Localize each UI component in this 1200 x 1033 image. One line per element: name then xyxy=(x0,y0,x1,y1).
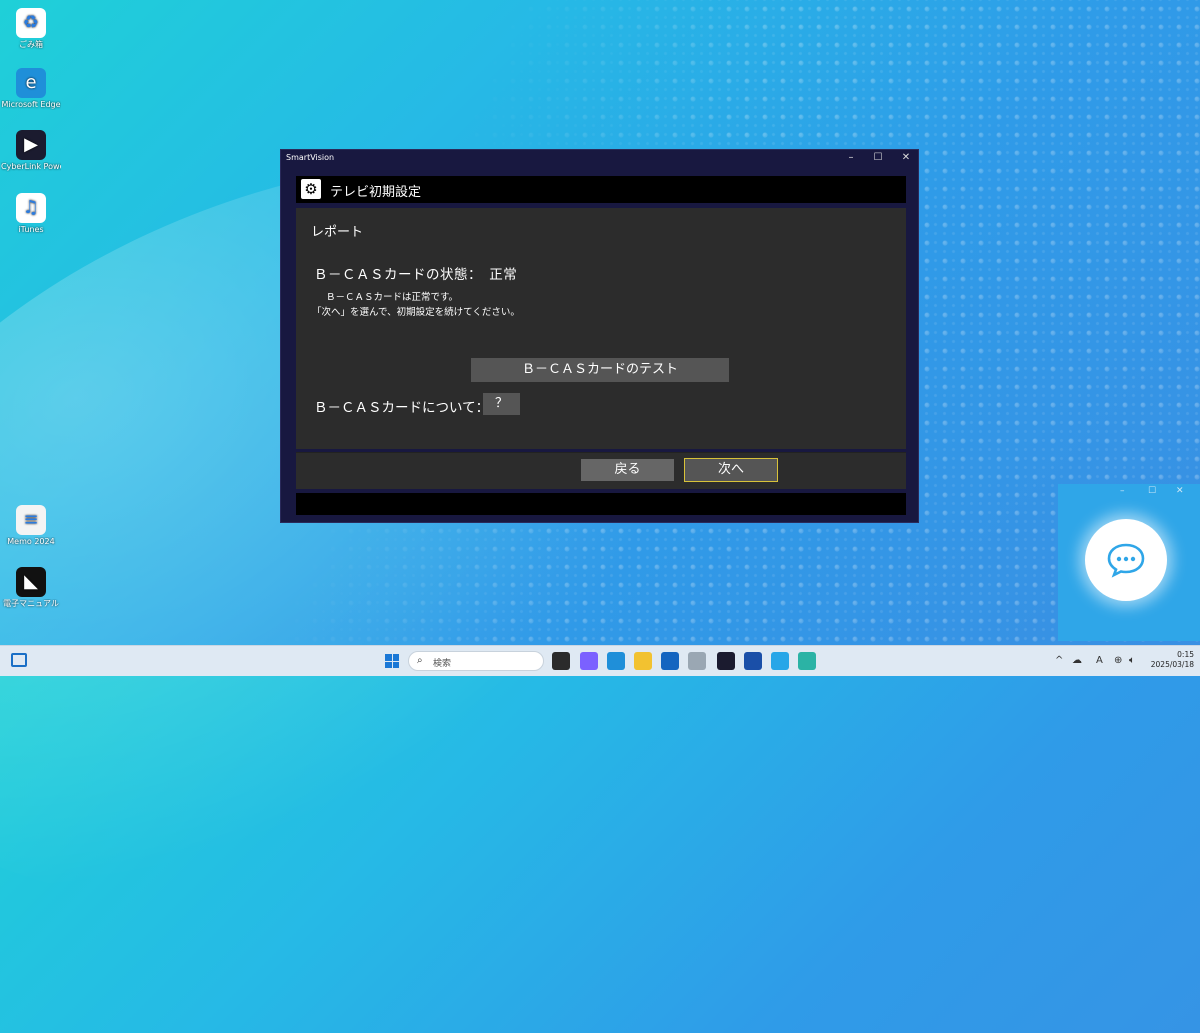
recycle-bin-icon: ♻ xyxy=(16,8,46,38)
manual-icon: ◣ xyxy=(16,567,46,597)
report-panel: レポート Ｂ－ＣＡＳカードの状態： 正常 Ｂ－ＣＡＳカードは正常です。 「次へ」… xyxy=(296,208,906,449)
desktop-icon[interactable]: ♻ ごみ箱 xyxy=(1,8,61,50)
clock[interactable]: 0:15 2025/03/18 xyxy=(1150,650,1194,670)
chat-minimize-button[interactable]: – xyxy=(1120,486,1125,496)
chat-close-button[interactable]: ✕ xyxy=(1176,486,1184,496)
clock-time: 0:15 xyxy=(1177,650,1194,659)
chat-widget: – ☐ ✕ xyxy=(1058,484,1200,641)
maximize-button[interactable]: ☐ xyxy=(868,151,888,165)
chat-bubble-icon[interactable] xyxy=(1085,519,1167,601)
edge-icon[interactable] xyxy=(607,652,625,670)
desktop-icon-label: iTunes xyxy=(18,225,44,234)
desktop-icon[interactable]: ≡ Memo 2024 xyxy=(1,505,61,547)
start-button[interactable] xyxy=(385,654,399,668)
desktop-icon-label: Microsoft Edge xyxy=(1,100,61,109)
edge-icon: e xyxy=(16,68,46,98)
window-titlebar[interactable]: SmartVision – ☐ ✕ xyxy=(281,150,918,166)
folder-icon[interactable] xyxy=(634,652,652,670)
itunes-icon: ♫ xyxy=(16,193,46,223)
window-title: SmartVision xyxy=(286,153,335,162)
desktop-icon[interactable]: e Microsoft Edge xyxy=(1,68,61,110)
desktop-icon-label: Memo 2024 xyxy=(7,537,55,546)
powerdvd-icon: ▶ xyxy=(16,130,46,160)
chat-maximize-button[interactable]: ☐ xyxy=(1148,486,1156,496)
globe-app-icon[interactable] xyxy=(798,652,816,670)
settings-icon[interactable] xyxy=(688,652,706,670)
navigation-footer: 戻る 次へ xyxy=(296,452,906,489)
settings-header: ⚙ テレビ初期設定 xyxy=(296,176,906,203)
powerdvd-icon[interactable] xyxy=(717,652,735,670)
section-heading: レポート xyxy=(311,225,364,240)
widgets-icon[interactable] xyxy=(11,653,27,667)
chevron-up-icon[interactable]: ^ xyxy=(1055,655,1063,666)
page-title: テレビ初期設定 xyxy=(330,185,422,200)
taskbar-search[interactable]: ⌕ 検索 xyxy=(408,651,544,671)
copilot-icon[interactable] xyxy=(580,652,598,670)
help-button[interactable]: ？ xyxy=(483,393,520,415)
taskbar: ⌕ 検索 ^ ☁ A ⊕ 🔈︎ 0:15 2025/03/18 xyxy=(0,645,1200,676)
outlook-icon[interactable] xyxy=(661,652,679,670)
desktop-icon[interactable]: ◣ 電子マニュアル xyxy=(1,567,61,609)
smartvision-icon[interactable] xyxy=(744,652,762,670)
bcas-status-text: Ｂ－ＣＡＳカードの状態： 正常 xyxy=(314,267,518,283)
desktop-icon[interactable]: ♫ iTunes xyxy=(1,193,61,235)
close-button[interactable]: ✕ xyxy=(896,151,916,165)
bcas-test-button[interactable]: Ｂ－ＣＡＳカードのテスト xyxy=(471,358,729,382)
instruction-message: 「次へ」を選んで、初期設定を続けてください。 xyxy=(312,307,520,318)
next-button[interactable]: 次へ xyxy=(684,458,778,482)
window-bottom-bar xyxy=(296,493,906,515)
minimize-button[interactable]: – xyxy=(841,151,861,165)
bcas-about-label: Ｂ－ＣＡＳカードについて： xyxy=(314,400,490,416)
desktop-icon-label: ごみ箱 xyxy=(19,40,43,49)
search-placeholder: 検索 xyxy=(433,659,452,669)
speaker-icon[interactable]: 🔈︎ xyxy=(1129,655,1135,666)
ime-indicator[interactable]: A xyxy=(1096,655,1103,666)
gear-icon: ⚙ xyxy=(301,179,321,199)
chat-app-icon[interactable] xyxy=(771,652,789,670)
smartvision-window: SmartVision – ☐ ✕ ⚙ テレビ初期設定 レポート Ｂ－ＣＡＳカー… xyxy=(280,149,919,523)
onedrive-icon[interactable]: ☁ xyxy=(1072,655,1082,666)
back-button[interactable]: 戻る xyxy=(581,459,674,481)
text-file-icon: ≡ xyxy=(16,505,46,535)
desktop-icon[interactable]: ▶ CyberLink PowerDVD ... xyxy=(1,130,61,172)
desktop-icon-label: CyberLink PowerDVD ... xyxy=(1,162,61,171)
file-explorer-icon[interactable] xyxy=(552,652,570,670)
network-icon[interactable]: ⊕ xyxy=(1114,655,1122,666)
search-icon: ⌕ xyxy=(417,655,423,666)
desktop-icon-label: 電子マニュアル xyxy=(3,599,59,608)
clock-date: 2025/03/18 xyxy=(1150,660,1194,669)
status-message: Ｂ－ＣＡＳカードは正常です。 xyxy=(326,292,459,303)
